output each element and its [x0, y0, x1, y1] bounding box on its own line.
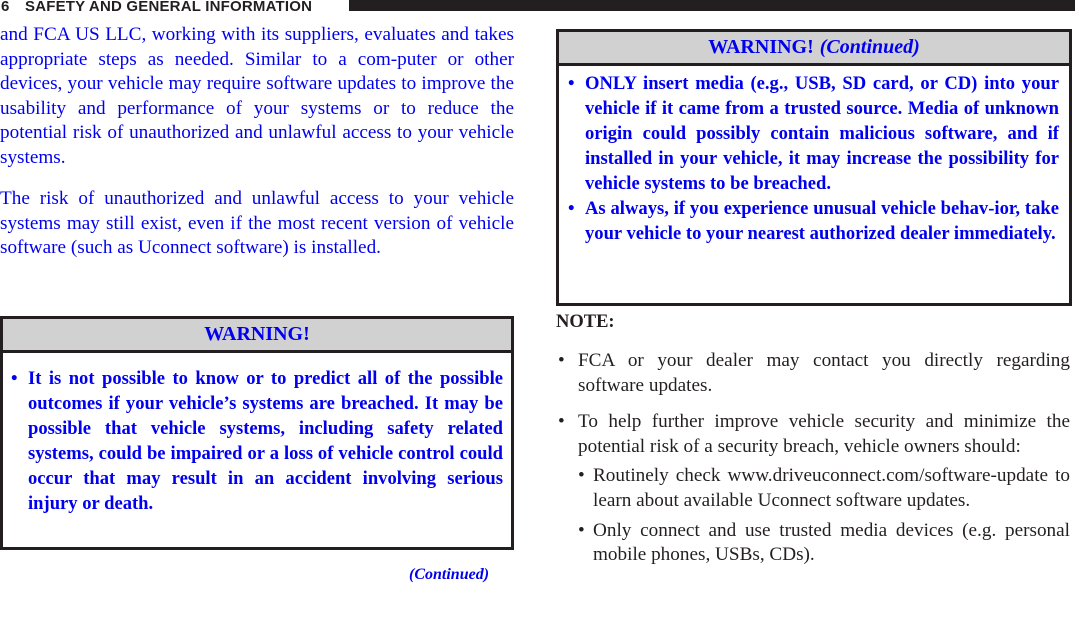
note-sub-item: • Routinely check www.driveuconnect.com/… — [578, 464, 1070, 513]
warning-item: • It is not possible to know or to predi… — [11, 366, 503, 516]
risk-paragraph: The risk of unauthorized and unlawful ac… — [0, 188, 514, 259]
intro-paragraph: and FCA US LLC, working with its supplie… — [0, 24, 514, 168]
bullet-icon: • — [568, 73, 575, 94]
note-item-text: FCA or your dealer may contact you direc… — [578, 350, 1070, 396]
warning-header: WARNING! — [3, 319, 511, 353]
note-sub-item: • Only connect and use trusted media dev… — [578, 519, 1070, 568]
note-item: • To help further improve vehicle securi… — [556, 410, 1070, 568]
section-title: SAFETY AND GENERAL INFORMATION — [25, 0, 313, 15]
warning-box: WARNING! • It is not possible to know or… — [0, 316, 514, 550]
page-number: 6 — [1, 0, 10, 15]
note-sub-item-text: Only connect and use trusted media devic… — [593, 519, 1070, 566]
warning-continued-title: WARNING! — [708, 36, 814, 58]
note-sub-list: • Routinely check www.driveuconnect.com/… — [578, 464, 1070, 567]
warning-continued-header: WARNING! (Continued) — [559, 32, 1069, 66]
note-item-text: To help further improve vehicle security… — [578, 411, 1070, 457]
note-item: • FCA or your dealer may contact you dir… — [556, 349, 1070, 398]
bullet-icon: • — [11, 368, 18, 389]
note-sub-item-text: Routinely check www.driveuconnect.com/so… — [593, 465, 1070, 511]
note-list: • FCA or your dealer may contact you dir… — [556, 349, 1070, 568]
bullet-icon: • — [558, 350, 565, 371]
warning-item-text: It is not possible to know or to predict… — [28, 368, 503, 514]
bullet-icon: • — [578, 465, 585, 487]
warning-continued-item-text: As always, if you experience unusual veh… — [585, 198, 1059, 244]
warning-continued-suffix: (Continued) — [819, 36, 920, 58]
continued-label: (Continued) — [409, 566, 490, 583]
note-title: NOTE: — [556, 312, 615, 332]
warning-continued-item: • As always, if you experience unusual v… — [568, 196, 1059, 246]
bullet-icon: • — [558, 411, 565, 433]
warning-title: WARNING! — [204, 323, 310, 345]
page-header: 6 SAFETY AND GENERAL INFORMATION — [0, 0, 1075, 15]
header-bar — [349, 0, 1075, 11]
warning-continued-list: • ONLY insert media (e.g., USB, SD card,… — [559, 66, 1069, 246]
warning-continued-item-text: ONLY insert media (e.g., USB, SD card, o… — [585, 73, 1059, 194]
bullet-icon: • — [578, 519, 585, 541]
bullet-icon: • — [568, 198, 575, 219]
warning-list: • It is not possible to know or to predi… — [3, 353, 511, 516]
warning-continued-item: • ONLY insert media (e.g., USB, SD card,… — [568, 71, 1059, 196]
warning-continued-box: WARNING! (Continued) • ONLY insert media … — [556, 29, 1072, 306]
